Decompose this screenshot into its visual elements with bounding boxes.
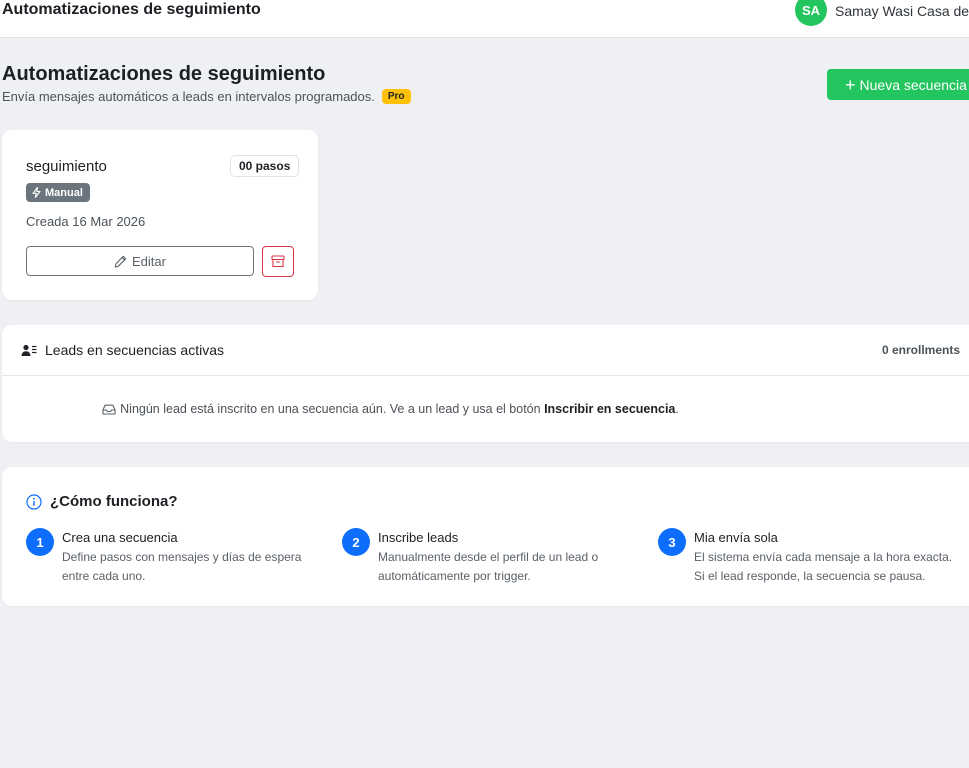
- enrollments-count: 0 enrollments: [882, 343, 961, 357]
- edit-label: Editar: [132, 253, 166, 269]
- active-leads-title: Leads en secuencias activas: [21, 342, 224, 358]
- how-it-works-title-text: ¿Cómo funciona?: [50, 493, 178, 510]
- trigger-label: Manual: [45, 186, 83, 199]
- plus-icon: +: [845, 74, 856, 95]
- step-description: Manualmente desde el perfil de un lead o…: [378, 550, 599, 583]
- edit-button[interactable]: Editar: [26, 246, 254, 276]
- created-date: Creada 16 Mar 2026: [26, 214, 146, 229]
- how-it-works-card: ¿Cómo funciona? 1 Crea una secuencia Def…: [2, 467, 969, 606]
- sequence-name: seguimiento: [26, 158, 107, 175]
- step-title: Crea una secuencia: [62, 530, 178, 545]
- active-leads-card: Leads en secuencias activas 0 enrollment…: [2, 325, 969, 442]
- step-title: Inscribe leads: [378, 530, 459, 545]
- page-subtitle-text: Envía mensajes automáticos a leads en in…: [2, 89, 375, 104]
- active-leads-title-text: Leads en secuencias activas: [45, 342, 224, 358]
- step-title: Mia envía sola: [694, 530, 778, 545]
- trigger-badge: Manual: [26, 183, 90, 202]
- archive-button[interactable]: [262, 246, 294, 277]
- user-name[interactable]: Samay Wasi Casa de p: [835, 3, 969, 19]
- topbar-title: Automatizaciones de seguimiento: [2, 1, 261, 18]
- new-sequence-label: Nueva secuencia: [859, 76, 967, 93]
- step-description: Define pasos con mensajes y días de espe…: [62, 550, 302, 583]
- step-number: 2: [342, 528, 370, 556]
- avatar[interactable]: SA: [795, 0, 827, 26]
- info-circle-icon: [26, 493, 42, 510]
- page-subtitle: Envía mensajes automáticos a leads en in…: [2, 89, 411, 104]
- leads-empty-state: Ningún lead está inscrito en una secuenc…: [2, 402, 969, 416]
- pencil-icon: [114, 255, 127, 268]
- step-description: El sistema envía cada mensaje a la hora …: [694, 550, 953, 583]
- how-it-works-title: ¿Cómo funciona?: [26, 493, 178, 510]
- lightning-icon: [32, 187, 41, 198]
- enroll-in-sequence-text: Inscribir en secuencia: [544, 402, 676, 416]
- active-leads-header: Leads en secuencias activas 0 enrollment…: [2, 325, 969, 376]
- new-sequence-button[interactable]: + Nueva secuencia: [827, 69, 969, 100]
- pro-badge: Pro: [381, 89, 411, 104]
- person-lines-icon: [21, 344, 37, 356]
- archive-icon: [271, 255, 285, 268]
- steps-badge: 00 pasos: [230, 155, 300, 177]
- inbox-icon: [102, 404, 116, 415]
- page-title: Automatizaciones de seguimiento: [2, 63, 326, 85]
- step-number: 1: [26, 528, 54, 556]
- top-bar: Automatizaciones de seguimiento SA Samay…: [0, 0, 969, 38]
- leads-empty-end: .: [675, 402, 679, 416]
- leads-empty-text: Ningún lead está inscrito en una secuenc…: [120, 402, 541, 416]
- sequence-card: seguimiento 00 pasos Manual Creada 16 Ma…: [2, 130, 318, 300]
- step-number: 3: [658, 528, 686, 556]
